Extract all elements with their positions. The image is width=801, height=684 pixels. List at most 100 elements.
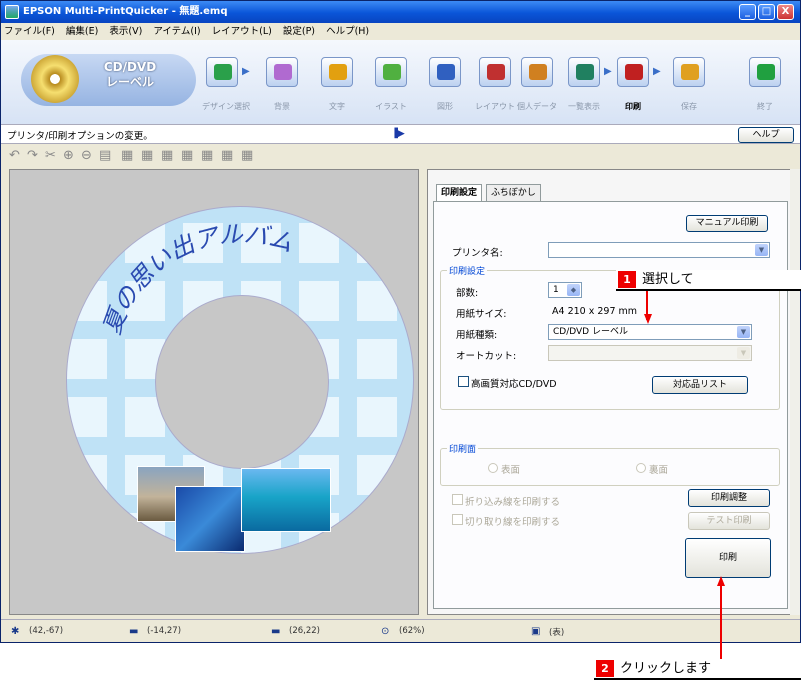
undo-icon[interactable]: ↶ [9,148,20,163]
step-label: 文字 [329,102,345,111]
redo-icon[interactable]: ↷ [27,148,38,163]
step-label: レイアウト [475,102,515,111]
align-right-icon[interactable]: ▦ [161,148,173,163]
cursor-coords: (42,-67) [29,626,64,636]
brush-icon[interactable] [266,57,298,87]
play-icon[interactable]: ▐▶ [391,129,405,139]
copies-stepper[interactable]: 1 ◆ [548,282,582,298]
help-button[interactable]: ヘルプ [738,127,794,143]
tab-print-settings[interactable]: 印刷設定 [436,184,483,202]
application-window: EPSON Multi-PrintQuicker - 無題.emq _ □ X … [0,0,801,643]
group-icon[interactable]: ▦ [241,148,253,163]
zoom-icon: ⊙ [381,626,390,637]
fold-line-label: 折り込み線を印刷する [465,497,561,508]
personal-data-icon[interactable] [521,57,553,87]
menu-file[interactable]: ファイル(F) [4,26,55,37]
tab-edge-blur[interactable]: ふちぼかし [486,184,541,202]
align-middle-icon[interactable]: ▦ [201,148,213,163]
step-label: デザイン選択 [202,102,250,111]
align-top-icon[interactable]: ▦ [181,148,193,163]
forest-photo[interactable] [175,486,245,552]
minimize-button[interactable]: _ [739,4,756,20]
menu-settings[interactable]: 設定(P) [283,26,315,37]
cursor-position-icon: ✱ [11,626,20,637]
align-bottom-icon[interactable]: ▦ [221,148,233,163]
autocut-select[interactable]: ▼ [548,345,752,361]
paper-type-label: 用紙種類: [456,330,498,341]
maximize-button[interactable]: □ [758,4,775,20]
cut-line-checkbox[interactable] [452,514,463,525]
object-coords: (-14,27) [147,626,182,636]
print-button[interactable]: 印刷 [685,538,771,578]
list-view-icon[interactable] [568,57,600,87]
window-title: EPSON Multi-PrintQuicker - 無題.emq [23,6,228,17]
menu-help[interactable]: ヘルプ(H) [326,26,369,37]
front-label: 表面 [501,465,521,476]
callout-2: 2 クリックします [594,659,801,680]
paper-size-value: A4 210 x 297 mm [552,306,638,317]
shape-icon[interactable] [429,57,461,87]
print-side: (表) [549,628,565,638]
paper-size-label: 用紙サイズ: [456,309,507,320]
close-button[interactable]: X [777,4,794,20]
hq-checkbox[interactable] [458,376,469,387]
save-icon[interactable] [673,57,705,87]
zoom-in-icon[interactable]: ⊕ [63,148,74,163]
step-label: 保存 [681,102,697,111]
printer-select[interactable]: ▼ [548,242,770,258]
disc-title[interactable]: 夏の思い出アルバム [98,220,297,336]
disc-title-svg[interactable]: 夏の思い出アルバム [61,196,421,336]
step-label: 個人データ [517,102,557,111]
step-label: 背景 [274,102,290,111]
text-icon[interactable] [321,57,353,87]
compat-list-button[interactable]: 対応品リスト [652,376,748,394]
back-label: 裏面 [649,465,669,476]
step-label: 印刷 [625,102,641,111]
object-size-icon: ▬ [271,626,281,637]
step-arrow-icon: ▶ [653,66,661,77]
mode-label: CD/DVD レーベル [103,60,157,89]
test-print-button[interactable]: テスト印刷 [688,512,770,530]
title-bar: EPSON Multi-PrintQuicker - 無題.emq _ □ X [1,1,800,23]
zoom-level: (62%) [399,626,425,636]
manual-print-button[interactable]: マニュアル印刷 [686,215,768,232]
illustration-icon[interactable] [375,57,407,87]
cd-disc-icon [31,55,79,103]
cut-icon[interactable]: ✂ [45,148,56,163]
object-size: (26,22) [289,626,320,636]
panel-scrollbar[interactable] [790,169,800,615]
copies-label: 部数: [456,288,479,299]
align-left-icon[interactable]: ▦ [121,148,133,163]
chevron-down-icon: ▼ [737,326,750,338]
align-center-icon[interactable]: ▦ [141,148,153,163]
print-settings-panel: 印刷設定 ふちぼかし マニュアル印刷 プリンタ名: ▼ 印刷設定 部数: 1 ◆ … [427,169,795,615]
step-label: 終了 [757,102,773,111]
callout-2-arrowhead [717,576,725,586]
cd-design-icon[interactable] [206,57,238,87]
front-radio[interactable] [488,463,498,473]
cut-line-label: 切り取り線を印刷する [465,517,561,528]
paper-type-select[interactable]: CD/DVD レーベル ▼ [548,324,752,340]
back-radio[interactable] [636,463,646,473]
chevron-down-icon: ▼ [755,244,768,256]
print-adjust-button[interactable]: 印刷調整 [688,489,770,507]
autocut-label: オートカット: [456,351,517,362]
zoom-out-icon[interactable]: ⊖ [81,148,92,163]
edit-toolbar: ↶ ↷ ✂ ⊕ ⊖ ▤ ▦ ▦ ▦ ▦ ▦ ▦ ▦ [1,144,800,168]
app-icon [5,5,19,19]
spin-icon[interactable]: ◆ [567,284,580,296]
layout-icon[interactable] [479,57,511,87]
menu-layout[interactable]: レイアウト(L) [212,26,272,37]
side-icon: ▣ [531,626,541,637]
hint-text: プリンタ/印刷オプションの変更。 [7,131,153,142]
fold-line-checkbox[interactable] [452,494,463,505]
exit-icon[interactable] [749,57,781,87]
menu-view[interactable]: 表示(V) [109,26,142,37]
sea-photo[interactable] [241,468,331,532]
menu-item[interactable]: アイテム(I) [153,26,200,37]
chevron-down-icon: ▼ [737,347,750,359]
menu-edit[interactable]: 編集(E) [66,26,98,37]
step-label: 一覧表示 [568,102,600,111]
delete-icon[interactable]: ▤ [99,148,111,163]
printer-icon[interactable] [617,57,649,87]
